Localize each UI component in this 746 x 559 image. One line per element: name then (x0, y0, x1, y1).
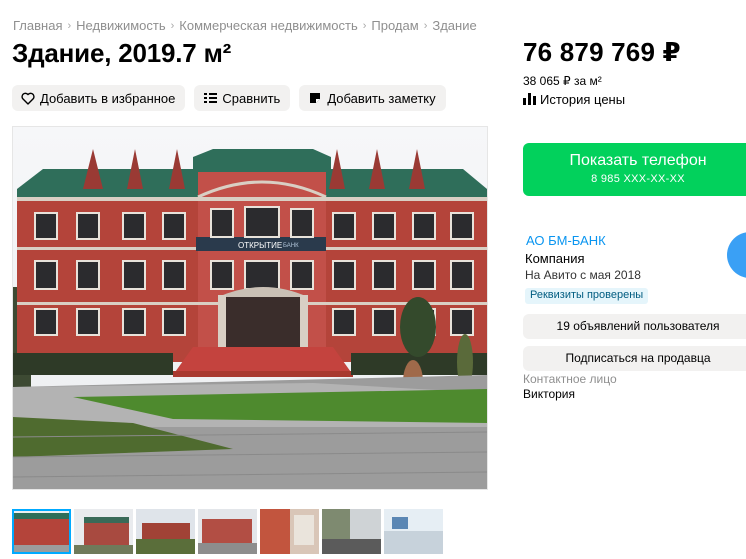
bank-sign-small: БАНК (283, 243, 299, 249)
breadcrumb-item-building[interactable]: Здание (432, 18, 476, 33)
price-per-sqm: 38 065 ₽ за м² (523, 74, 602, 88)
thumbnail-3[interactable] (136, 509, 195, 554)
contact-person-label: Контактное лицо (523, 372, 617, 386)
chevron-right-icon: › (362, 19, 367, 32)
user-listings-button[interactable]: 19 объявлений пользователя (523, 314, 746, 339)
breadcrumb-item-sell[interactable]: Продам (371, 18, 418, 33)
contact-person-name: Виктория (523, 387, 576, 401)
thumbnail-7[interactable] (384, 509, 443, 554)
page-title: Здание, 2019.7 м² (12, 38, 232, 68)
price-history-label: История цены (540, 92, 626, 107)
price: 76 879 769 ₽ (523, 37, 681, 67)
main-photo[interactable]: ОТКРЫТИЕ БАНК (12, 126, 488, 490)
thumbnail-5[interactable] (260, 509, 319, 554)
thumbnail-1[interactable] (12, 509, 71, 554)
compare-button[interactable]: Сравнить (194, 85, 291, 111)
listing-actions: Добавить в избранное Сравнить Добавить з… (12, 85, 446, 111)
verified-badge: Реквизиты проверены (525, 288, 649, 304)
breadcrumb: Главная › Недвижимость › Коммерческая не… (13, 18, 477, 33)
seller-name-link[interactable]: АО БМ-БАНК (526, 233, 606, 248)
seller-since: На Авито с мая 2018 (525, 268, 641, 282)
chevron-right-icon: › (423, 19, 428, 32)
compare-icon (203, 91, 217, 105)
chevron-right-icon: › (67, 19, 72, 32)
bar-chart-icon (523, 93, 536, 106)
heart-icon (21, 91, 35, 105)
thumbnail-4[interactable] (198, 509, 257, 554)
breadcrumb-item-commercial[interactable]: Коммерческая недвижимость (179, 18, 357, 33)
price-history-link[interactable]: История цены (523, 92, 625, 107)
bank-sign-text: ОТКРЫТИЕ (238, 241, 282, 250)
add-to-favorites-button[interactable]: Добавить в избранное (12, 85, 186, 111)
add-note-button[interactable]: Добавить заметку (299, 85, 446, 111)
photo-thumbnails (12, 509, 443, 554)
show-phone-label: Показать телефон (569, 152, 707, 169)
masked-phone: 8 985 XXX-XX-XX (591, 173, 685, 185)
thumbnail-2[interactable] (74, 509, 133, 554)
breadcrumb-item-realty[interactable]: Недвижимость (76, 18, 165, 33)
compare-label: Сравнить (222, 90, 281, 106)
subscribe-seller-button[interactable]: Подписаться на продавца (523, 346, 746, 371)
chevron-right-icon: › (170, 19, 175, 32)
add-note-label: Добавить заметку (327, 90, 436, 106)
seller-avatar[interactable] (727, 232, 746, 278)
show-phone-button[interactable]: Показать телефон 8 985 XXX-XX-XX (523, 143, 746, 196)
seller-type: Компания (525, 251, 585, 266)
thumbnail-6[interactable] (322, 509, 381, 554)
breadcrumb-item-home[interactable]: Главная (13, 18, 62, 33)
note-icon (308, 91, 322, 105)
add-to-favorites-label: Добавить в избранное (40, 90, 176, 106)
